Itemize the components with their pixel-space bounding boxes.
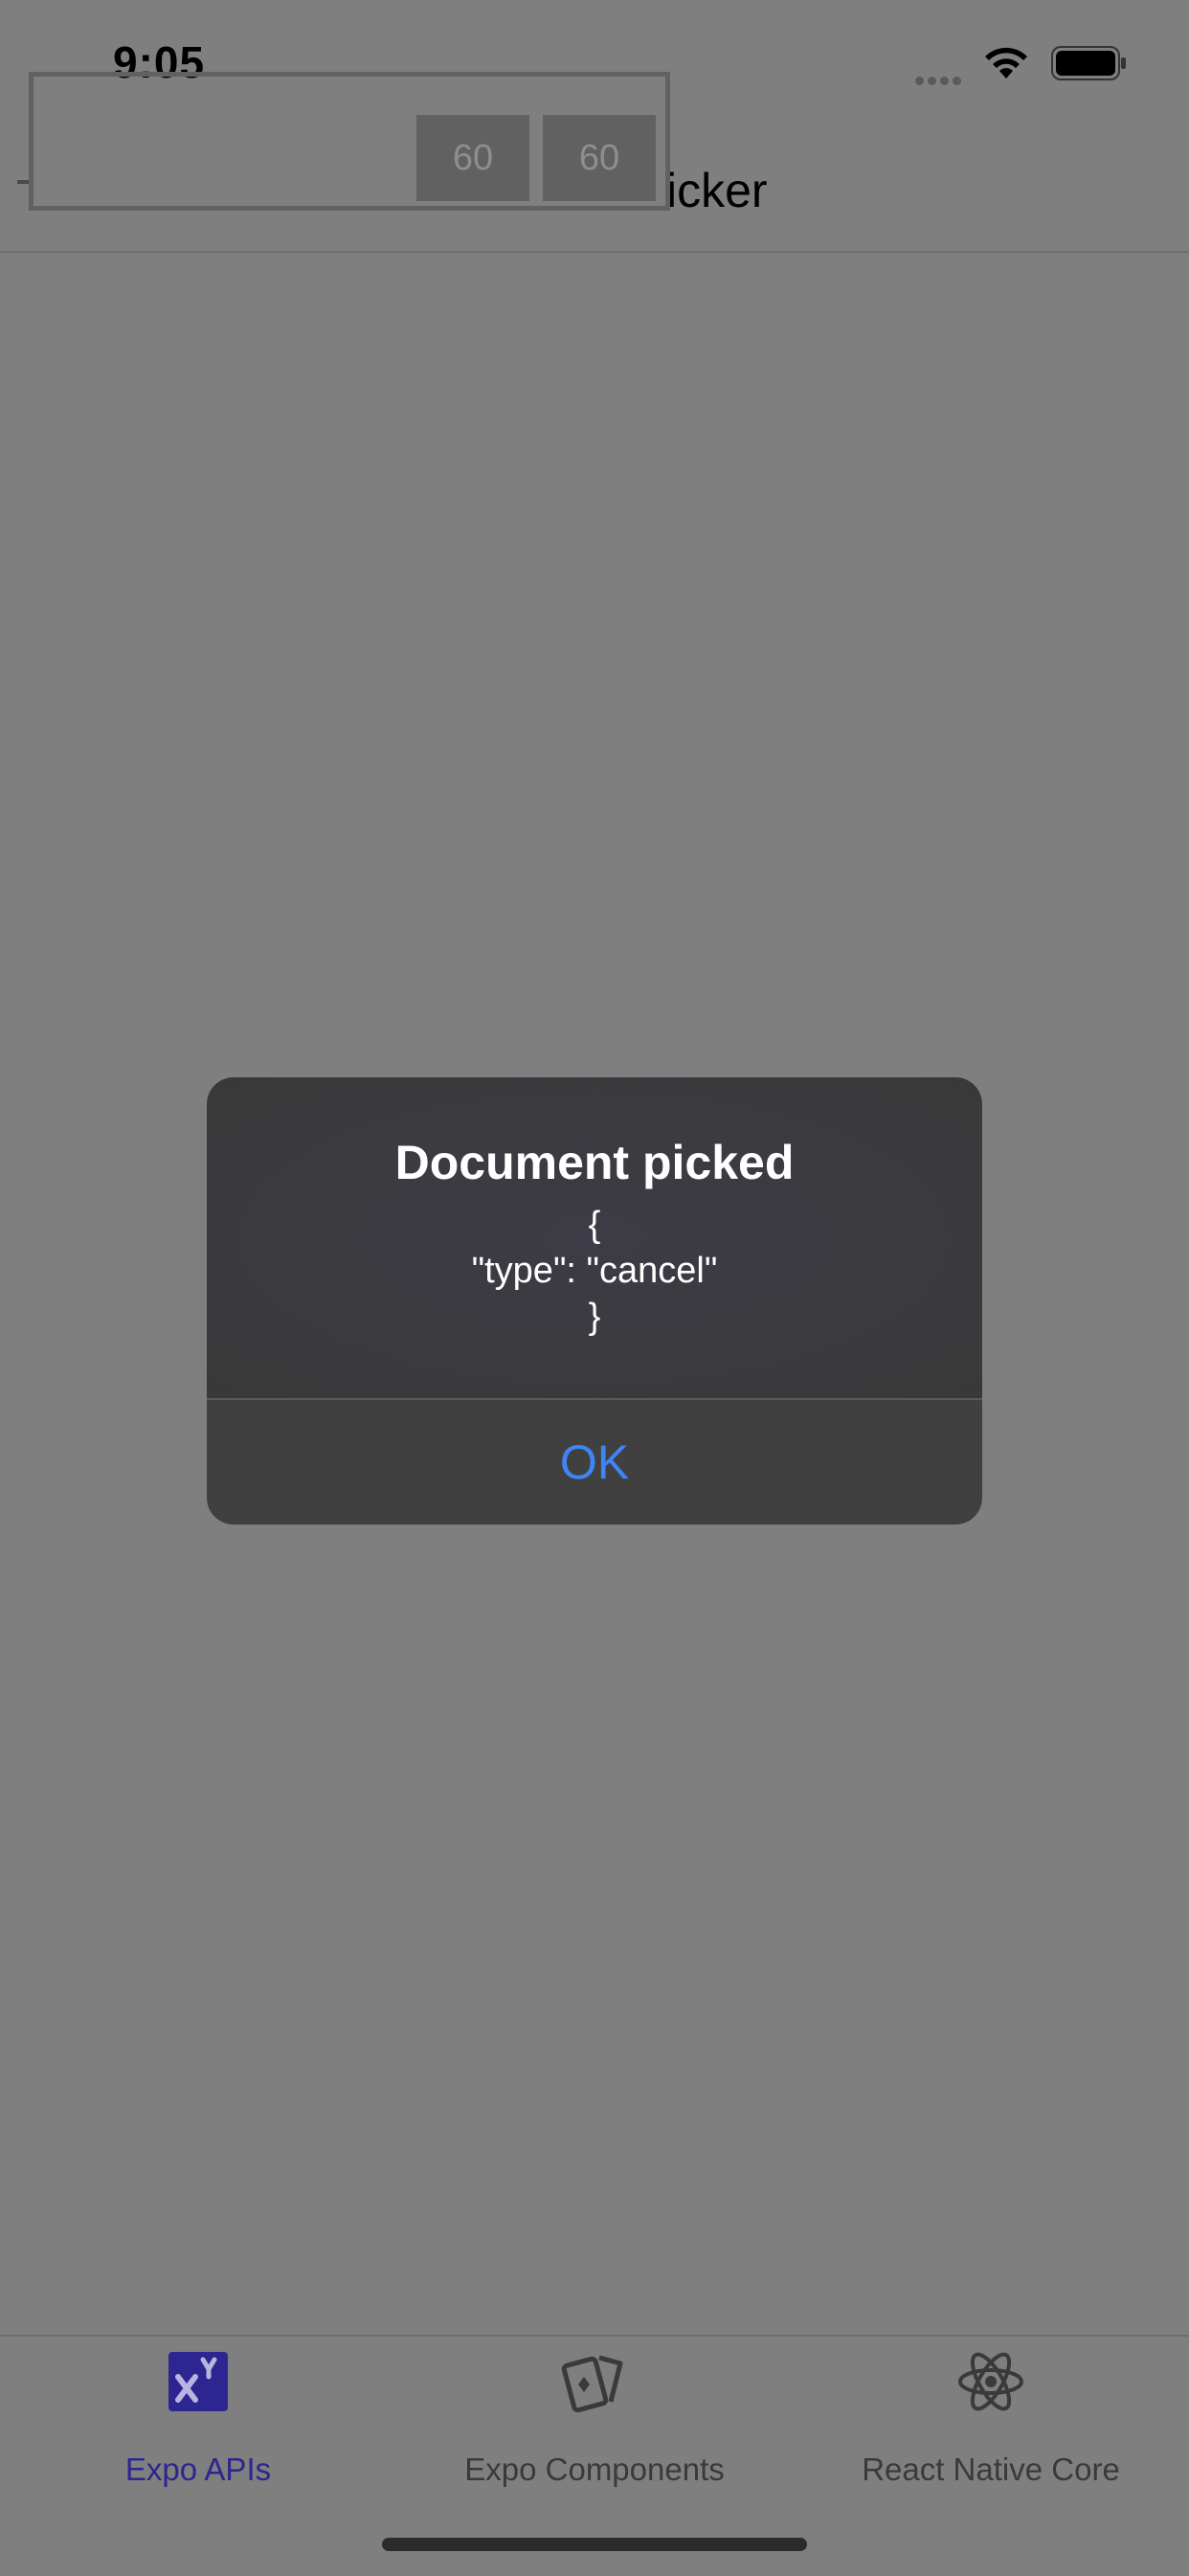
alert-body: Document picked { "type": "cancel" }: [207, 1077, 982, 1398]
expo-apis-icon: [165, 2348, 232, 2415]
ui-fps-counter: 60: [543, 115, 656, 201]
alert-title: Document picked: [394, 1136, 795, 1189]
alert-message-line: "type": "cancel": [471, 1251, 718, 1291]
tab-label: Expo APIs: [124, 2452, 272, 2487]
alert-message: { "type": "cancel" }: [207, 1202, 982, 1340]
wifi-icon: [982, 44, 1030, 85]
home-indicator[interactable]: [382, 2538, 807, 2551]
tab-label: React Native Core: [862, 2452, 1120, 2487]
react-icon: [957, 2348, 1024, 2415]
alert-message-line: {: [588, 1205, 601, 1245]
js-fps-counter: 60: [416, 115, 529, 201]
alert-dialog: Document picked { "type": "cancel" } OK: [207, 1077, 982, 1525]
expo-components-icon: [561, 2348, 628, 2415]
tab-expo-apis[interactable]: Expo APIs: [0, 2337, 396, 2528]
tab-expo-components[interactable]: Expo Components: [396, 2337, 793, 2528]
perf-monitor: 60 60: [29, 72, 670, 211]
alert-message-line: }: [588, 1297, 601, 1337]
ok-button[interactable]: OK: [207, 1400, 982, 1525]
battery-icon: [1051, 46, 1128, 87]
page-title: icker: [666, 164, 768, 217]
tab-react-native-core[interactable]: React Native Core: [793, 2337, 1189, 2528]
cellular-signal-icon: [915, 73, 965, 90]
tab-label: Expo Components: [464, 2452, 725, 2487]
